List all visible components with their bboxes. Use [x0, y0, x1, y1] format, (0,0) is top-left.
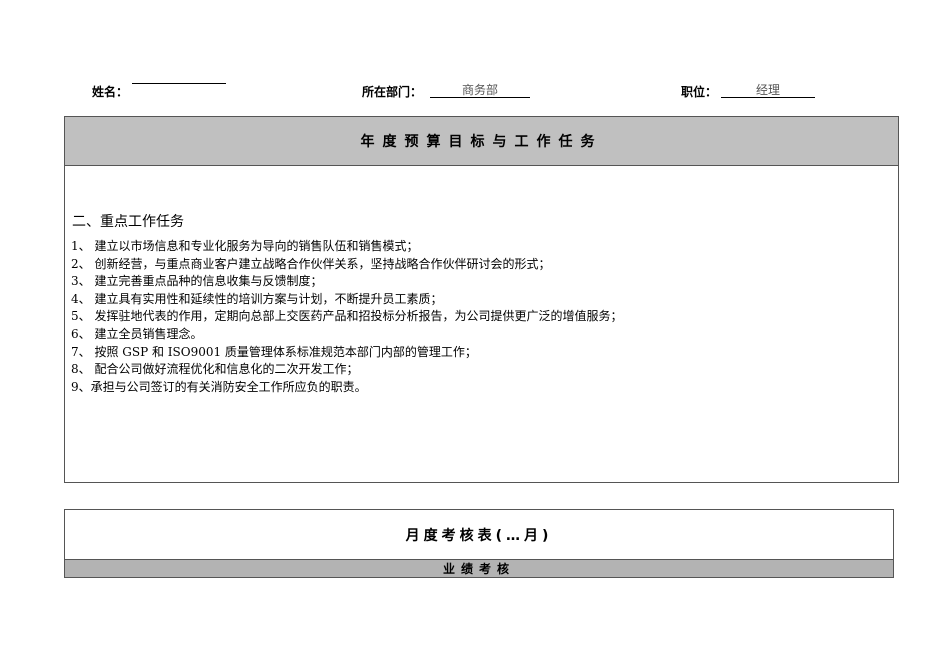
- task-list: 1、 建立以市场信息和专业化服务为导向的销售队伍和销售模式； 2、 创新经营，与…: [71, 238, 622, 396]
- list-item: 4、 建立具有实用性和延续性的培训方案与计划，不断提升员工素质；: [71, 291, 443, 306]
- list-item: 3、 建立完善重点品种的信息收集与反馈制度；: [71, 274, 323, 289]
- name-label: 姓名：: [92, 85, 129, 99]
- name-field[interactable]: [132, 83, 226, 84]
- position-label: 职位：: [681, 85, 718, 99]
- monthly-review-title: 月度考核表(…月): [65, 510, 893, 560]
- department-label: 所在部门：: [362, 85, 423, 99]
- position-field[interactable]: 经理: [721, 83, 815, 98]
- list-item: 5、 发挥驻地代表的作用，定期向总部上交医药产品和招投标分析报告，为公司提供更广…: [71, 309, 623, 324]
- section-heading: 二、重点工作任务: [72, 214, 184, 230]
- list-item: 1、 建立以市场信息和专业化服务为导向的销售队伍和销售模式；: [71, 239, 419, 253]
- performance-review-header: 业绩考核: [65, 560, 893, 577]
- list-item: 9、承担与公司签订的有关消防安全工作所应负的职责。: [71, 379, 367, 394]
- list-item: 2、 创新经营，与重点商业客户建立战略合作伙伴关系，坚持战略合作伙伴研讨会的形式…: [71, 256, 551, 271]
- list-item: 8、 配合公司做好流程优化和信息化的二次开发工作；: [71, 362, 359, 377]
- list-item: 6、 建立全员销售理念。: [71, 326, 203, 341]
- annual-budget-title: 年度预算目标与工作任务: [65, 117, 898, 166]
- annual-budget-table: 年度预算目标与工作任务 二、重点工作任务 1、 建立以市场信息和专业化服务为导向…: [64, 116, 899, 483]
- department-field[interactable]: 商务部: [430, 83, 530, 98]
- list-item: 7、 按照 GSP 和 ISO9001 质量管理体系标准规范本部门内部的管理工作…: [71, 344, 477, 359]
- monthly-review-table: 月度考核表(…月) 业绩考核: [64, 509, 894, 578]
